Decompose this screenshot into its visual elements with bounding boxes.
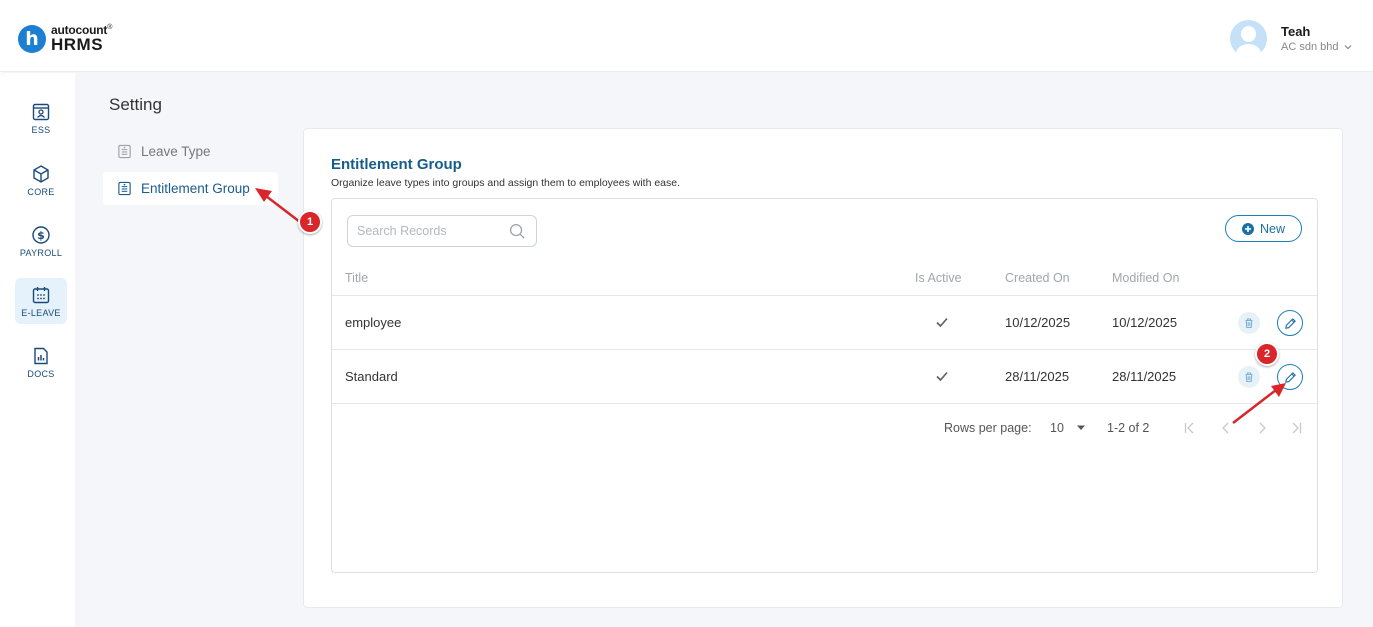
settings-nav-leave-type[interactable]: Leave Type: [103, 135, 278, 168]
table-row[interactable]: Standard 28/11/2025 28/11/2025: [332, 350, 1317, 404]
calendar-icon: [32, 286, 50, 303]
rows-per-page-label: Rows per page:: [944, 421, 1032, 435]
settings-nav-label: Entitlement Group: [141, 181, 250, 196]
rail-item-docs[interactable]: DOCS: [15, 339, 67, 385]
chevron-down-icon: [1344, 45, 1351, 50]
next-page-icon[interactable]: [1255, 421, 1269, 435]
plus-circle-icon: [1241, 222, 1254, 235]
card-title: Entitlement Group: [331, 156, 462, 173]
rail-label: E-LEAVE: [21, 307, 61, 318]
trash-icon: [1245, 372, 1253, 383]
first-page-icon[interactable]: [1183, 421, 1197, 435]
column-header-created-on[interactable]: Created On: [1005, 271, 1070, 285]
user-org-label: AC sdn bhd: [1281, 41, 1339, 53]
annotation-badge-2: 2: [1255, 342, 1279, 366]
column-header-modified-on[interactable]: Modified On: [1112, 271, 1179, 285]
settings-nav-label: Leave Type: [141, 144, 211, 159]
badge-icon: [32, 103, 50, 120]
logo-trademark: ®: [107, 24, 113, 31]
page-range: 1-2 of 2: [1107, 421, 1150, 435]
column-header-title[interactable]: Title: [345, 271, 368, 285]
previous-page-icon[interactable]: [1219, 421, 1233, 435]
search-icon[interactable]: [509, 223, 526, 240]
settings-nav-entitlement-group[interactable]: Entitlement Group: [103, 172, 278, 205]
annotation-badge-1: 1: [298, 210, 322, 234]
rail-label: PAYROLL: [19, 247, 63, 258]
cell-modified-on: 10/12/2025: [1112, 315, 1178, 330]
cube-icon: [33, 164, 49, 183]
user-info: Teah AC sdn bhd: [1281, 24, 1352, 53]
search-input[interactable]: [348, 216, 498, 246]
delete-button[interactable]: [1238, 312, 1260, 334]
user-menu[interactable]: Teah AC sdn bhd: [1230, 20, 1352, 57]
search-box[interactable]: [347, 215, 537, 247]
rail-item-e-leave[interactable]: E-LEAVE: [15, 278, 67, 324]
new-button-label: New: [1259, 221, 1285, 236]
svg-text:$: $: [37, 229, 45, 242]
module-rail: ESS CORE $ PAYROLL E-LEAVE DOCS: [5, 73, 75, 627]
column-header-is-active[interactable]: Is Active: [915, 271, 962, 285]
top-header: h autocount® HRMS Teah AC sdn bhd: [0, 0, 1373, 72]
page-title: Setting: [109, 95, 162, 114]
logo-product: HRMS: [51, 35, 104, 54]
app-logo[interactable]: h autocount® HRMS: [18, 24, 112, 53]
checkmark-icon: [936, 371, 948, 382]
checkmark-icon: [936, 317, 948, 328]
user-org[interactable]: AC sdn bhd: [1281, 41, 1352, 53]
main-content: Setting Leave Type Entitlement Group Ent…: [75, 73, 1373, 627]
caret-down-icon: [1076, 425, 1085, 430]
settings-nav: Leave Type Entitlement Group: [103, 135, 278, 209]
logo-text: autocount® HRMS: [51, 24, 112, 53]
new-button[interactable]: New: [1225, 215, 1302, 242]
logo-badge: h: [18, 24, 46, 53]
delete-button[interactable]: [1238, 366, 1260, 388]
rail-item-payroll[interactable]: $ PAYROLL: [15, 218, 67, 264]
rail-item-ess[interactable]: ESS: [15, 95, 67, 141]
document-chart-icon: [34, 347, 48, 364]
rail-label: DOCS: [27, 368, 55, 379]
rows-per-page-select[interactable]: 10: [1050, 421, 1086, 435]
rail-label: ESS: [31, 124, 51, 135]
document-list-icon: [118, 144, 131, 159]
pencil-icon: [1284, 371, 1296, 383]
cell-created-on: 28/11/2025: [1005, 369, 1070, 384]
table-row[interactable]: employee 10/12/2025 10/12/2025: [332, 296, 1317, 350]
cell-modified-on: 28/11/2025: [1112, 369, 1177, 384]
edit-button[interactable]: [1277, 364, 1303, 390]
pencil-icon: [1284, 317, 1296, 329]
avatar[interactable]: [1230, 20, 1267, 57]
rows-per-page-value: 10: [1050, 421, 1064, 435]
entitlement-group-card: Entitlement Group Organize leave types i…: [303, 128, 1343, 608]
trash-icon: [1245, 318, 1253, 329]
edit-button[interactable]: [1277, 310, 1303, 336]
dollar-icon: $: [32, 225, 50, 244]
user-name: Teah: [1281, 24, 1311, 39]
rail-item-core[interactable]: CORE: [15, 157, 67, 203]
records-table: New Title Is Active Created On Modified …: [331, 198, 1318, 573]
document-list-icon: [118, 181, 131, 196]
rail-label: CORE: [27, 186, 55, 197]
cell-title: employee: [345, 315, 402, 330]
card-description: Organize leave types into groups and ass…: [331, 177, 681, 189]
cell-created-on: 10/12/2025: [1005, 315, 1071, 330]
cell-title: Standard: [345, 369, 398, 384]
last-page-icon[interactable]: [1289, 421, 1303, 435]
